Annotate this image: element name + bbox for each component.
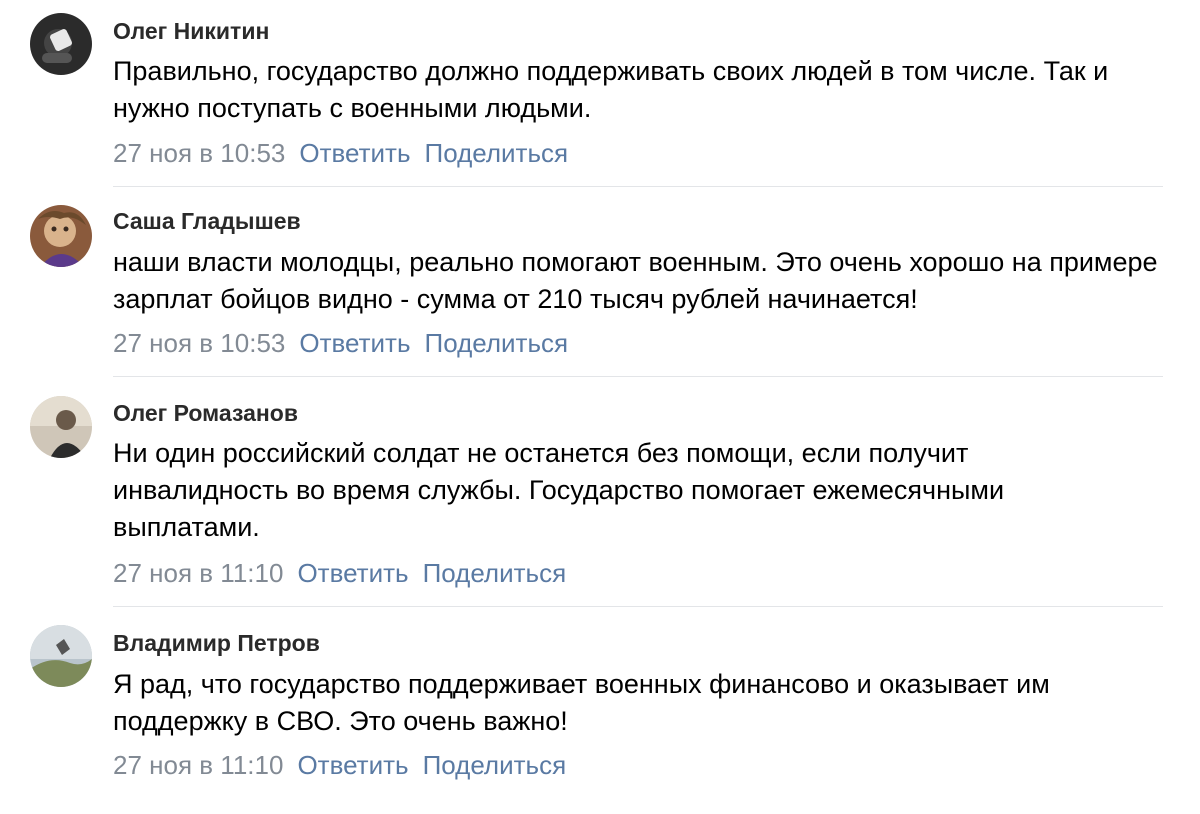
comment-timestamp[interactable]: 27 ноя в 11:10 — [113, 558, 283, 588]
comment-divider — [113, 606, 1163, 607]
comment-timestamp[interactable]: 27 ноя в 10:53 — [113, 328, 285, 358]
avatar-image-icon — [30, 205, 92, 267]
avatar[interactable] — [30, 13, 92, 75]
avatar-image-icon — [30, 13, 92, 75]
reply-button[interactable]: Ответить — [299, 328, 410, 358]
share-button[interactable]: Поделиться — [423, 750, 567, 780]
comment-meta: 27 ноя в 11:10 Ответить Поделиться — [113, 558, 566, 589]
comment-author[interactable]: Саша Гладышев — [113, 208, 301, 235]
comment-meta: 27 ноя в 10:53 Ответить Поделиться — [113, 138, 568, 169]
comment-meta: 27 ноя в 10:53 Ответить Поделиться — [113, 328, 568, 359]
comment-text: Я рад, что государство поддерживает воен… — [113, 669, 1050, 736]
avatar-image-icon — [30, 625, 92, 687]
comment-author[interactable]: Владимир Петров — [113, 630, 320, 657]
avatar[interactable] — [30, 396, 92, 458]
comment-divider — [113, 186, 1163, 187]
comment-meta: 27 ноя в 11:10 Ответить Поделиться — [113, 750, 566, 781]
share-button[interactable]: Поделиться — [423, 558, 567, 588]
comment-text: Ни один российский солдат не останется б… — [113, 438, 1005, 542]
reply-button[interactable]: Ответить — [297, 558, 408, 588]
avatar[interactable] — [30, 205, 92, 267]
reply-button[interactable]: Ответить — [299, 138, 410, 168]
avatar-image-icon — [30, 396, 92, 458]
comment-timestamp[interactable]: 27 ноя в 11:10 — [113, 750, 283, 780]
reply-button[interactable]: Ответить — [297, 750, 408, 780]
comment-divider — [113, 376, 1163, 377]
comment-text: Правильно, государство должно поддержива… — [113, 56, 1109, 123]
share-button[interactable]: Поделиться — [425, 138, 569, 168]
comment-author[interactable]: Олег Никитин — [113, 18, 269, 45]
avatar[interactable] — [30, 625, 92, 687]
comment-timestamp[interactable]: 27 ноя в 10:53 — [113, 138, 285, 168]
share-button[interactable]: Поделиться — [425, 328, 569, 358]
comment-text: наши власти молодцы, реально помогают во… — [113, 247, 1158, 314]
comment-author[interactable]: Олег Ромазанов — [113, 400, 298, 427]
